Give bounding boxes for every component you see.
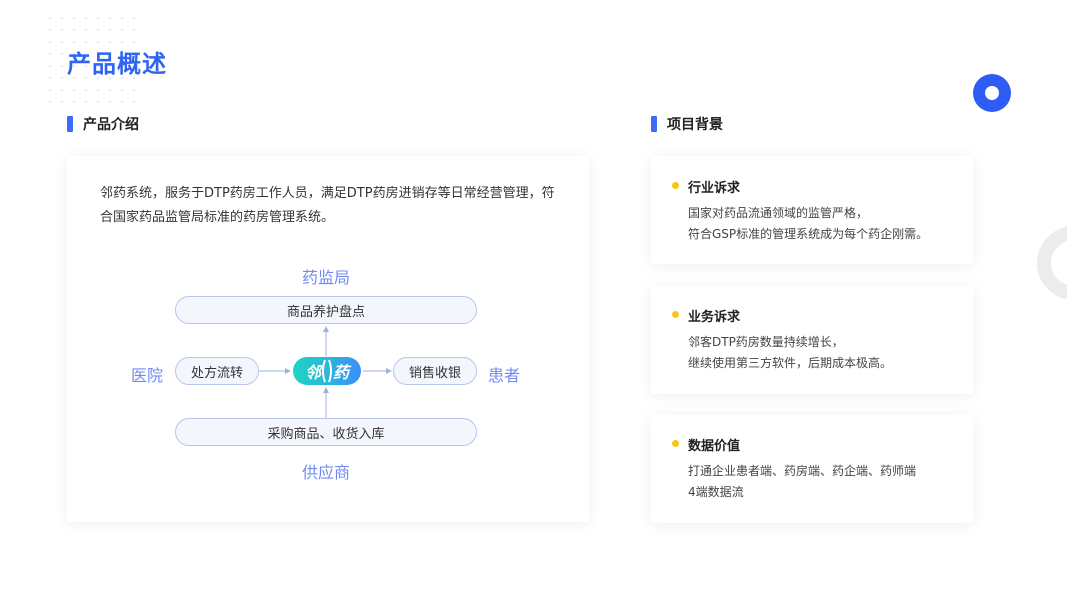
- label-patient: 患者: [488, 366, 521, 385]
- item-desc-data-line2: 4端数据流: [688, 485, 744, 499]
- item-desc-industry-line2: 符合GSP标准的管理系统成为每个药企刚需。: [688, 227, 929, 241]
- logo-char-1: 邻: [304, 363, 321, 382]
- box-inventory-maintenance: 商品养护盘点: [175, 296, 477, 324]
- bullet-dot: [672, 311, 679, 318]
- section-heading-project-background: 项目背景: [651, 114, 723, 134]
- heading-bar: [651, 116, 657, 132]
- box-purchase-receiving: 采购商品、收货入库: [175, 418, 477, 446]
- item-title-industry: 行业诉求: [688, 181, 741, 196]
- linyao-logo: 邻 药: [293, 357, 361, 385]
- logo-char-2: 药: [333, 363, 350, 382]
- label-regulator: 药监局: [302, 268, 351, 287]
- item-title-business: 业务诉求: [688, 310, 741, 325]
- bullet-dot: [672, 182, 679, 189]
- box-sales-cashier: 销售收银: [393, 357, 477, 385]
- item-desc-business-line1: 邻客DTP药房数量持续增长，: [688, 335, 844, 349]
- item-desc-data-line1: 打通企业患者端、药房端、药企端、药师端: [688, 464, 917, 478]
- logo-separator-icon: [322, 359, 332, 383]
- item-desc-business-line2: 继续使用第三方软件，后期成本极高。: [688, 356, 893, 370]
- bullet-dot: [672, 440, 679, 447]
- label-hospital: 医院: [131, 366, 164, 385]
- item-desc-industry-line1: 国家对药品流通领域的监管严格，: [688, 206, 869, 220]
- section-heading-text: 项目背景: [667, 117, 723, 133]
- item-title-data-value: 数据价值: [688, 439, 741, 454]
- box-prescription-flow: 处方流转: [175, 357, 259, 385]
- label-supplier: 供应商: [302, 463, 351, 482]
